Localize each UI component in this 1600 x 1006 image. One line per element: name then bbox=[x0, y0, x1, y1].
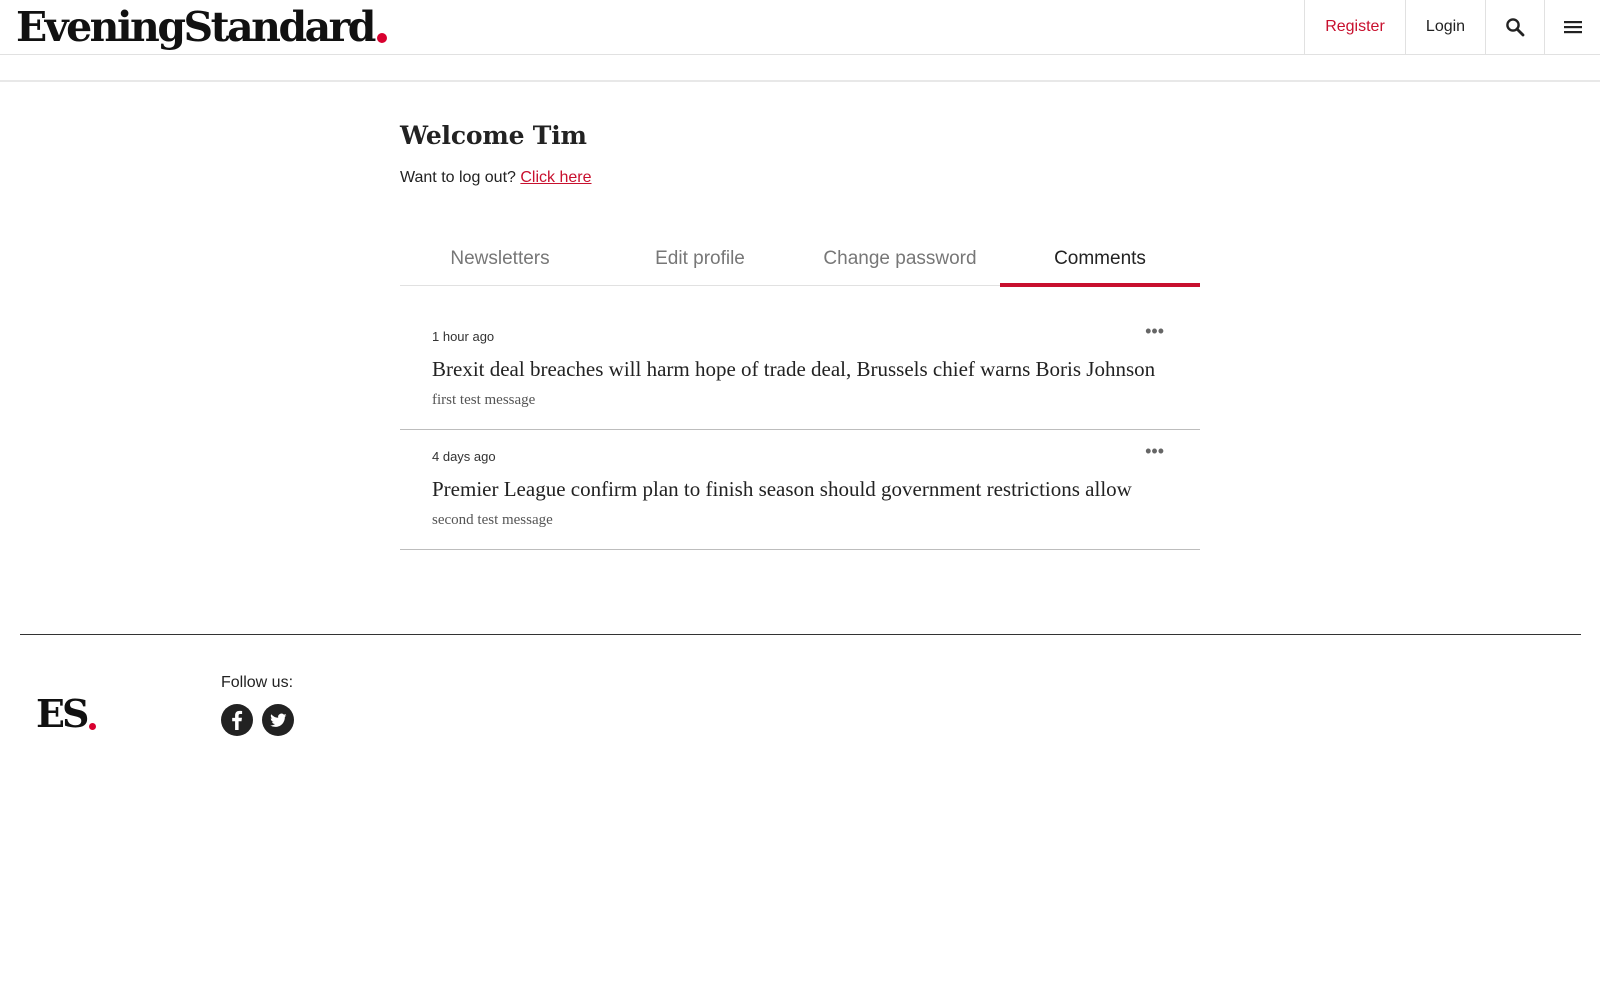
tab-comments[interactable]: Comments bbox=[1000, 238, 1200, 287]
account-tabs: Newsletters Edit profile Change password… bbox=[400, 238, 1200, 287]
facebook-link[interactable] bbox=[221, 704, 253, 736]
comment-timestamp: 4 days ago bbox=[432, 449, 496, 464]
evening-standard-logo[interactable]: EveningStandard bbox=[16, 1, 387, 53]
footer-divider bbox=[20, 634, 1581, 635]
page-title: Welcome Tim bbox=[400, 121, 587, 150]
follow-us-label: Follow us: bbox=[221, 674, 294, 691]
comment-message: second test message bbox=[432, 512, 553, 528]
logout-prompt: Want to log out? bbox=[400, 169, 516, 186]
footer-es-logo[interactable]: ES bbox=[36, 691, 97, 736]
more-options-icon[interactable]: ••• bbox=[1145, 322, 1164, 340]
hamburger-menu-icon bbox=[1563, 21, 1582, 34]
twitter-icon bbox=[270, 713, 287, 727]
comment-message: first test message bbox=[432, 392, 536, 408]
search-button[interactable] bbox=[1485, 0, 1544, 54]
comment-timestamp: 1 hour ago bbox=[432, 329, 495, 344]
sub-navigation-bar bbox=[0, 55, 1600, 82]
comment-article-title[interactable]: Premier League confirm plan to finish se… bbox=[432, 474, 1168, 505]
account-page: Welcome Tim Want to log out? Click here … bbox=[400, 110, 1200, 550]
facebook-icon bbox=[232, 710, 243, 730]
tab-change-password[interactable]: Change password bbox=[800, 238, 1000, 286]
logout-prompt-line: Want to log out? Click here bbox=[400, 166, 1200, 190]
tab-edit-profile[interactable]: Edit profile bbox=[600, 238, 800, 286]
header-nav: Register Login bbox=[1304, 0, 1600, 54]
social-links bbox=[221, 704, 294, 736]
logo-text: EveningStandard bbox=[16, 3, 376, 51]
comments-list: 1 hour ago ••• Brexit deal breaches will… bbox=[400, 310, 1200, 550]
logo-dot bbox=[376, 33, 387, 43]
comment-item: 1 hour ago ••• Brexit deal breaches will… bbox=[400, 310, 1200, 430]
twitter-link[interactable] bbox=[262, 704, 294, 736]
footer-logo-text: ES bbox=[36, 691, 89, 736]
comment-article-title[interactable]: Brexit deal breaches will harm hope of t… bbox=[432, 354, 1168, 385]
logout-link[interactable]: Click here bbox=[520, 169, 591, 186]
register-link[interactable]: Register bbox=[1304, 0, 1405, 54]
tab-newsletters[interactable]: Newsletters bbox=[400, 238, 600, 286]
more-options-icon[interactable]: ••• bbox=[1145, 442, 1164, 460]
login-link[interactable]: Login bbox=[1405, 0, 1485, 54]
site-header: EveningStandard Register Login bbox=[0, 0, 1600, 55]
comment-item: 4 days ago ••• Premier League confirm pl… bbox=[400, 430, 1200, 550]
footer-logo-dot bbox=[89, 723, 97, 730]
menu-button[interactable] bbox=[1544, 0, 1600, 54]
search-icon bbox=[1506, 18, 1525, 37]
